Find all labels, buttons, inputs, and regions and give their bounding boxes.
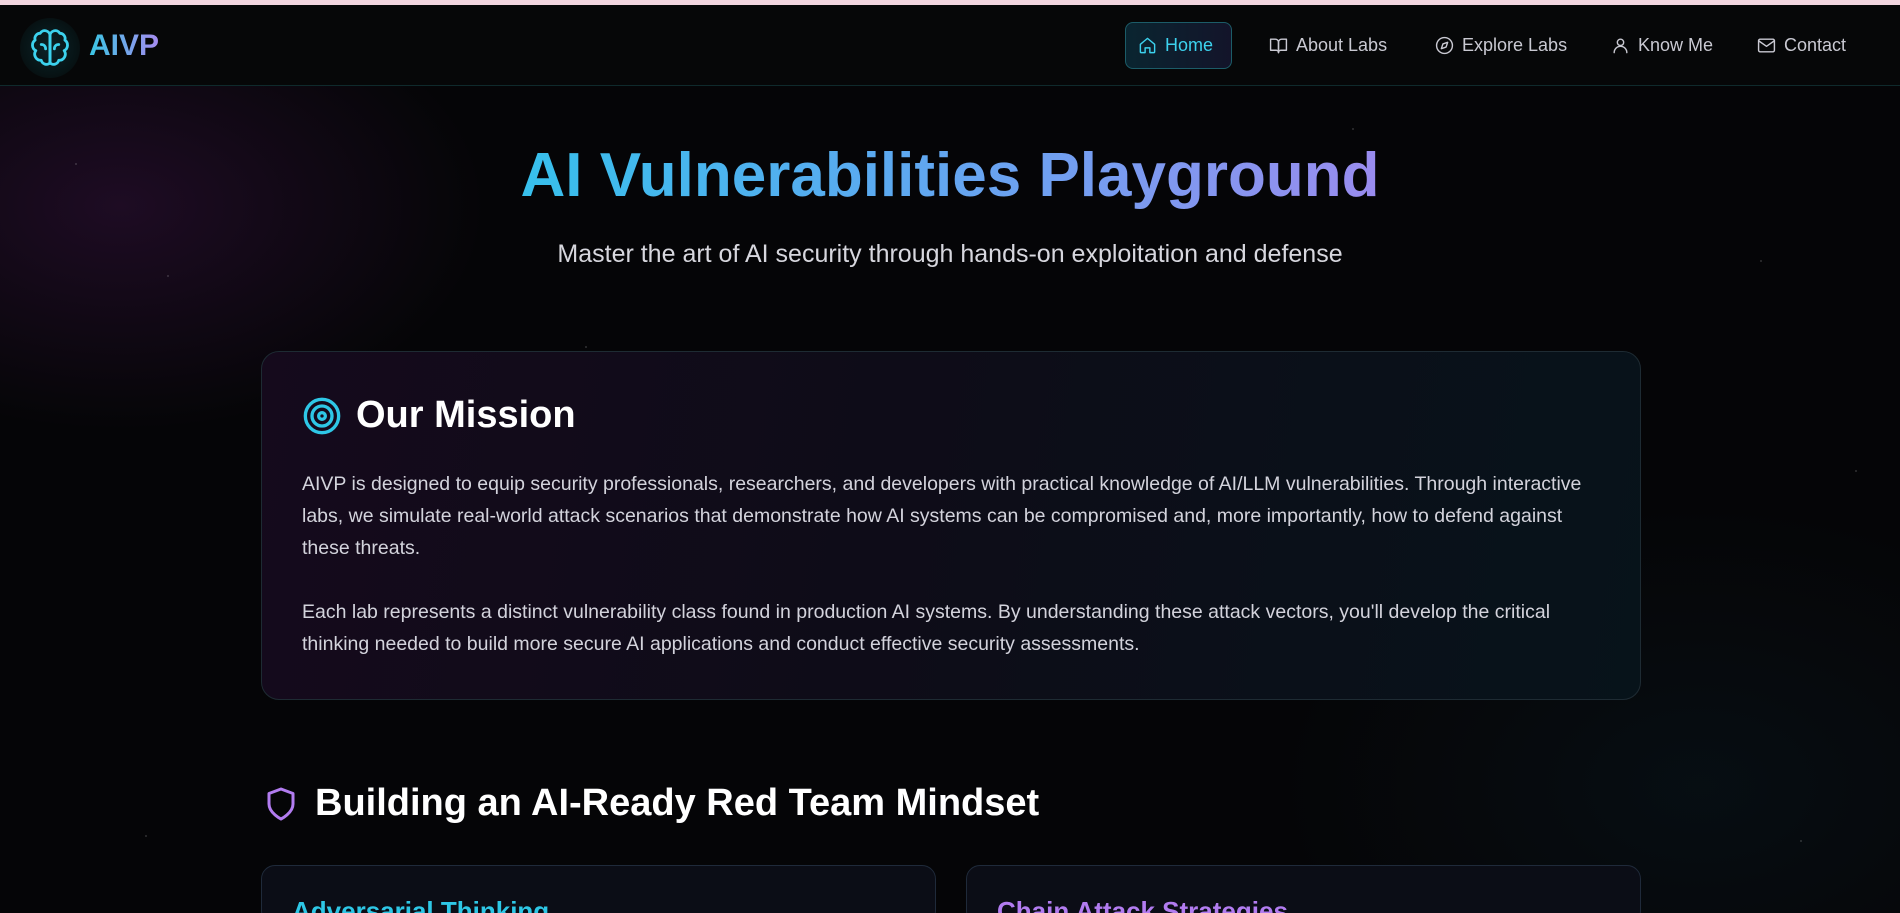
mindset-card-adversarial[interactable]: Adversarial Thinking (261, 865, 936, 913)
mission-paragraph: AIVP is designed to equip security profe… (302, 473, 1582, 559)
user-icon (1613, 38, 1628, 54)
background-star (585, 346, 587, 348)
nav-contact[interactable]: Contact (1745, 22, 1858, 69)
card-title: Chain Attack Strategies (997, 896, 1288, 913)
logo[interactable] (20, 18, 80, 78)
nav-home-label: Home (1165, 35, 1214, 55)
nav-explore-labs[interactable]: Explore Labs (1423, 22, 1579, 69)
mission-header: Our Mission (302, 394, 576, 437)
home-icon (1139, 37, 1156, 54)
mindset-header: Building an AI-Ready Red Team Mindset (263, 782, 1039, 825)
nav-home[interactable]: Home (1125, 22, 1233, 69)
nav-know-me-label: Know Me (1638, 35, 1714, 55)
mission-card: Our Mission AIVP is designed to equip se… (261, 351, 1641, 700)
card-title: Adversarial Thinking (292, 896, 550, 913)
brain-icon (31, 29, 69, 66)
mail-icon (1757, 38, 1776, 53)
mission-paragraph: Each lab represents a distinct vulnerabi… (302, 601, 1551, 655)
background-star (1352, 128, 1354, 130)
background-star (145, 835, 147, 837)
top-navbar: AIVP Home About Labs Explore Labs Know M… (0, 5, 1900, 86)
nav-contact-label: Contact (1784, 35, 1847, 55)
background-star (1855, 470, 1857, 472)
nav-about-labs[interactable]: About Labs (1257, 22, 1399, 69)
background-star (1800, 840, 1802, 842)
mission-title: Our Mission (356, 394, 576, 436)
book-icon (1269, 38, 1288, 54)
nav-know-me[interactable]: Know Me (1599, 22, 1725, 69)
brand-name[interactable]: AIVP (89, 29, 159, 63)
background-star (167, 275, 169, 277)
nav-explore-labs-label: Explore Labs (1462, 35, 1568, 55)
compass-icon (1435, 36, 1454, 55)
mindset-card-chain-attack[interactable]: Chain Attack Strategies (966, 865, 1641, 913)
nav-about-labs-label: About Labs (1296, 35, 1388, 55)
hero-title: AI Vulnerabilities Playground (0, 140, 1900, 211)
hero-title-text: AI Vulnerabilities Playground (520, 141, 1380, 210)
hero-subtitle: Master the art of AI security through ha… (557, 240, 1343, 268)
mindset-title: Building an AI-Ready Red Team Mindset (315, 782, 1040, 824)
shield-icon (267, 787, 295, 820)
target-icon (303, 397, 341, 434)
